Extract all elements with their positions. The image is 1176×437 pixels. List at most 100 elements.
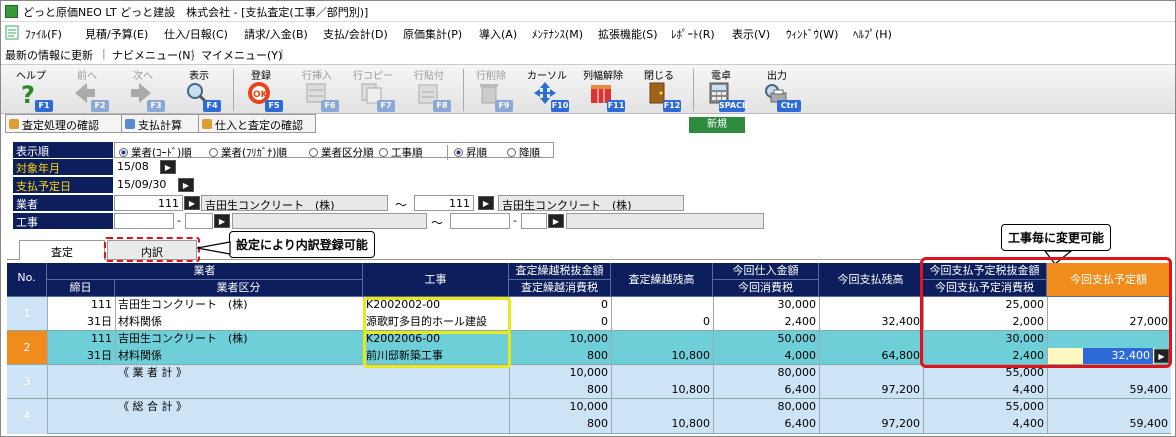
- carry-net: 0: [601, 298, 608, 311]
- range-separator: ～: [395, 198, 408, 212]
- menu-view[interactable]: 表示(V): [732, 26, 770, 42]
- carry-net: 10,000: [569, 366, 609, 379]
- project-dash: -: [513, 214, 517, 227]
- close-button[interactable]: 閉じる F12: [635, 67, 683, 113]
- carry-tax: 0: [601, 315, 608, 328]
- check-icon: [9, 119, 19, 129]
- vendor-name: 吉田生コンクリート (株): [118, 298, 248, 311]
- navi-menu-link[interactable]: ナビメニュー(N): [112, 47, 195, 63]
- order-kana-label: 業者(ﾌﾘｶﾞﾅ)順: [221, 147, 287, 159]
- plan-tax: 4,400: [1012, 417, 1045, 430]
- pay-balance: 97,200: [881, 383, 921, 396]
- project-label: 工事: [13, 213, 113, 229]
- callout-pointer-icon: [197, 241, 231, 255]
- menu-invoice[interactable]: 請求/入金(B): [244, 26, 308, 42]
- help-label: ヘルプ: [16, 71, 46, 82]
- purchase-amount: 80,000: [777, 400, 817, 413]
- purchase-check-label: 仕入と査定の確認: [215, 119, 303, 132]
- purchase-tax: 2,400: [784, 315, 817, 328]
- new-status-badge: 新規: [689, 117, 745, 133]
- cursor-label: カーソル: [527, 71, 567, 82]
- project-from-code-field[interactable]: [114, 213, 174, 229]
- order-category-label: 業者区分順: [321, 147, 374, 159]
- row-number: 4: [23, 409, 31, 422]
- project-to-branch-field[interactable]: [521, 213, 547, 229]
- register-button[interactable]: 登録 OK F5: [237, 67, 285, 113]
- row-delete-button[interactable]: 行削除 F9: [467, 67, 515, 113]
- column-width-reset-button[interactable]: 列幅解除 F11: [579, 67, 627, 113]
- breakdown-highlight: [104, 237, 200, 262]
- row-insert-button[interactable]: 行挿入 F6: [293, 67, 341, 113]
- purchase-amount: 30,000: [777, 298, 817, 311]
- order-code-radio[interactable]: 業者(ｺｰﾄﾞ)順: [119, 145, 192, 160]
- col-header-purchase: 今回仕入金額: [713, 263, 819, 280]
- callout-breakdown: 設定により内訳登録可能: [229, 231, 375, 258]
- purchase-check-button[interactable]: 仕入と査定の確認: [198, 114, 316, 133]
- target-month-picker-icon[interactable]: ▶: [160, 160, 176, 174]
- project-to-code-field[interactable]: [450, 213, 510, 229]
- order-radio-group: 業者(ｺｰﾄﾞ)順 業者(ﾌﾘｶﾞﾅ)順 業者区分順 工事順 昇順 降順: [114, 142, 554, 160]
- col-header-vendor: 業者: [47, 263, 363, 280]
- order-category-radio[interactable]: 業者区分順: [309, 145, 374, 160]
- help-button[interactable]: ヘルプ ? F1: [7, 67, 55, 113]
- vendor-total-label: 《 業 者 計 》: [118, 366, 187, 379]
- menu-maintenance[interactable]: ﾒﾝﾃﾅﾝｽ(M): [532, 26, 583, 42]
- row-paste-label: 行貼付: [414, 71, 444, 82]
- order-project-label: 工事順: [391, 147, 423, 159]
- menu-setup[interactable]: 導入(A): [479, 26, 517, 42]
- plan-amount: 59,400: [1129, 383, 1169, 396]
- menu-report[interactable]: ﾚﾎﾟｰﾄ(R): [671, 26, 715, 42]
- carry-net: 10,000: [569, 400, 609, 413]
- row-copy-button[interactable]: 行コピー F7: [349, 67, 397, 113]
- sort-desc-radio[interactable]: 降順: [507, 145, 540, 160]
- menu-file[interactable]: ﾌｧｲﾙ(F): [25, 26, 62, 42]
- sort-asc-radio[interactable]: 昇順: [447, 145, 487, 160]
- vendor-to-code-field[interactable]: 111: [414, 195, 474, 211]
- menu-estimate[interactable]: 見積/予算(E): [85, 26, 148, 42]
- prev-button[interactable]: 前へ F2: [63, 67, 111, 113]
- menu-window[interactable]: ｳｨﾝﾄﾞｳ(W): [786, 26, 838, 42]
- order-kana-radio[interactable]: 業者(ﾌﾘｶﾞﾅ)順: [209, 145, 287, 160]
- project-from-name: [232, 213, 427, 229]
- target-month-field[interactable]: 15/08: [114, 159, 156, 175]
- payment-calc-button[interactable]: 支払計算: [121, 114, 199, 133]
- register-label: 登録: [251, 71, 271, 82]
- next-key: F3: [147, 100, 165, 112]
- menu-help[interactable]: ﾍﾙﾌﾟ(H): [853, 26, 892, 42]
- menu-payment[interactable]: 支払/会計(D): [323, 26, 388, 42]
- display-button[interactable]: 表示 F4: [175, 67, 223, 113]
- carry-tax: 800: [587, 383, 608, 396]
- project-from-branch-field[interactable]: [185, 213, 213, 229]
- sort-desc-label: 降順: [519, 147, 540, 159]
- calculator-button[interactable]: 電卓 SPACE: [697, 67, 747, 113]
- refresh-link[interactable]: 最新の情報に更新: [5, 47, 93, 63]
- vendor-to-lookup-icon[interactable]: ▶: [478, 196, 494, 210]
- check-assessment-button[interactable]: 査定処理の確認: [5, 114, 122, 133]
- tab-assessment[interactable]: 査定: [19, 240, 105, 260]
- project-from-lookup-icon[interactable]: ▶: [214, 214, 230, 228]
- vendor-category: 材料関係: [118, 349, 162, 362]
- menu-purchase[interactable]: 仕入/日報(C): [164, 26, 228, 42]
- prev-label: 前へ: [77, 71, 97, 82]
- payment-date-field[interactable]: 15/09/30: [114, 177, 176, 193]
- purchase-tax: 6,400: [784, 383, 817, 396]
- payment-date-picker-icon[interactable]: ▶: [178, 178, 194, 192]
- cursor-button[interactable]: カーソル F10: [523, 67, 571, 113]
- menu-extension[interactable]: 拡張機能(S): [598, 26, 658, 42]
- order-project-radio[interactable]: 工事順: [379, 145, 423, 160]
- col-header-carry-tax: 査定繰越消費税: [509, 280, 611, 297]
- output-button[interactable]: 出力 Ctrl P: [753, 67, 801, 122]
- plan-amount: 59,400: [1129, 417, 1169, 430]
- project-to-lookup-icon[interactable]: ▶: [548, 214, 564, 228]
- next-button[interactable]: 次へ F3: [119, 67, 167, 113]
- row-number: 3: [23, 375, 31, 388]
- title-bar: どっと原価NEO LT どっと建設 株式会社 - [支払査定(工事／部門別)]: [1, 1, 1175, 22]
- my-menu-link[interactable]: マイメニュー(Y): [201, 47, 282, 63]
- menu-cost[interactable]: 原価集計(P): [403, 26, 462, 42]
- radio-icon: [379, 148, 388, 157]
- project-dash: -: [177, 214, 181, 227]
- vendor-from-code-field[interactable]: 111: [114, 195, 183, 211]
- vendor-from-lookup-icon[interactable]: ▶: [184, 196, 200, 210]
- calculator-label: 電卓: [711, 71, 731, 82]
- row-paste-button[interactable]: 行貼付 F8: [405, 67, 453, 113]
